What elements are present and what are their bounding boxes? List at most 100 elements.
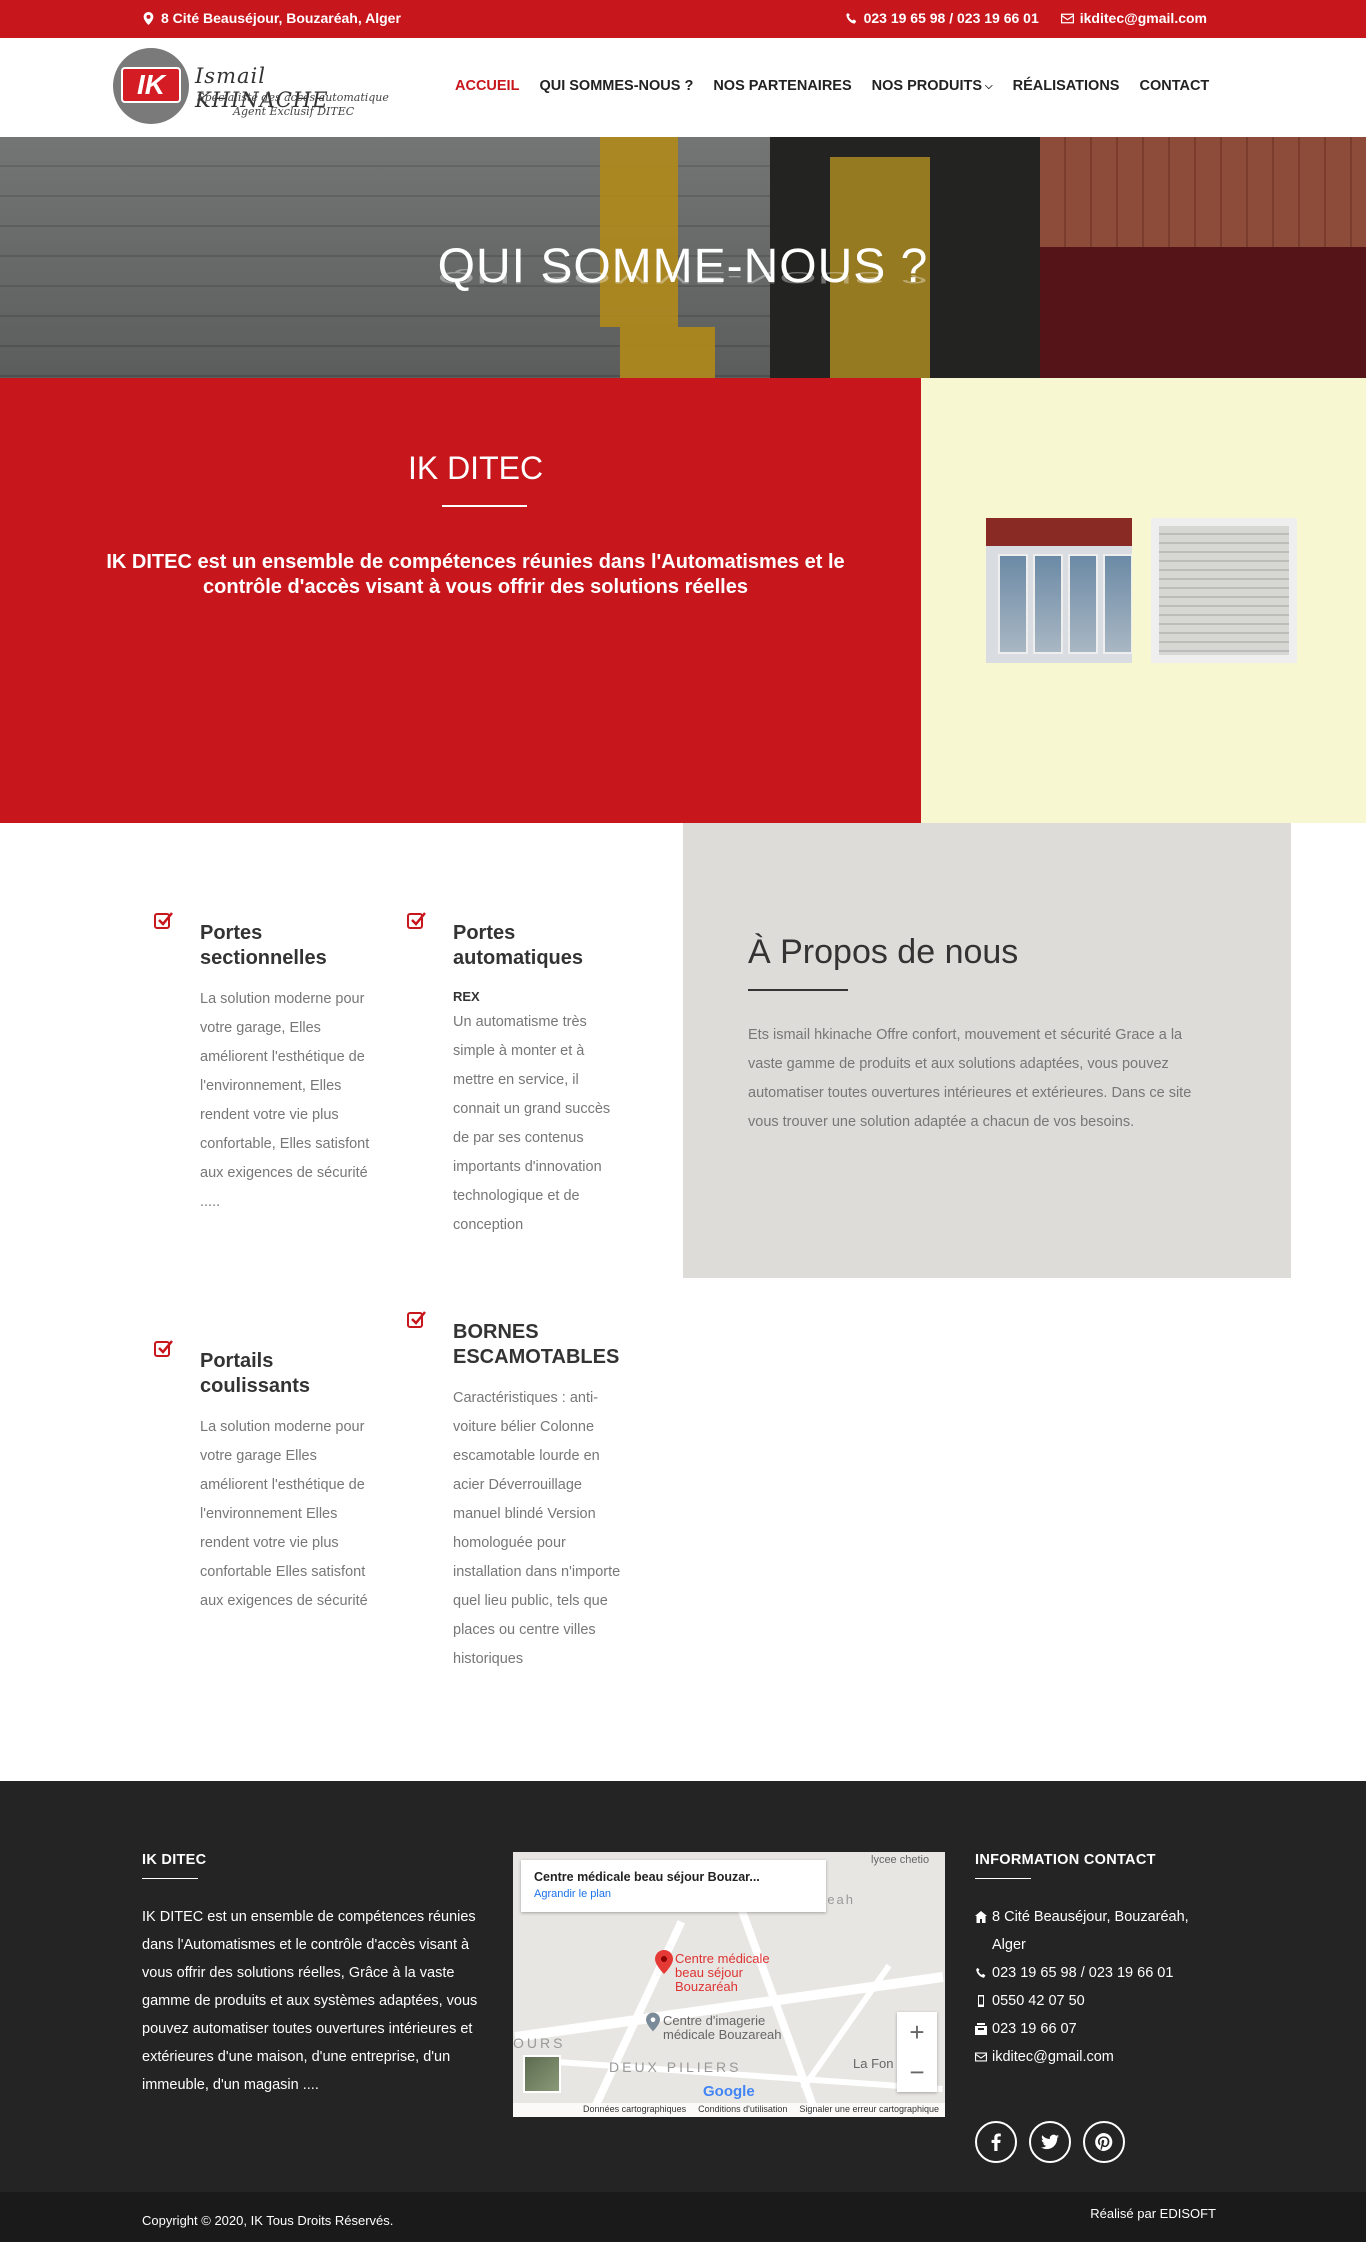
nav-contact[interactable]: CONTACT <box>1139 78 1209 94</box>
logo-tagline: Agent Exclusif DITEC <box>233 105 355 118</box>
intro-title: IK DITEC <box>407 450 544 486</box>
footer-contact-title: INFORMATION CONTACT <box>975 1852 1156 1868</box>
copyright-bar: Copyright © 2020, IK Tous Droits Réservé… <box>0 2192 1366 2242</box>
map-pin-icon[interactable] <box>655 1950 673 1974</box>
topbar-email-text: ikditec@gmail.com <box>1079 10 1207 26</box>
footer-contact: INFORMATION CONTACT 8 Cité Beauséjour, B… <box>975 1852 1225 2071</box>
glass-panel <box>1103 554 1132 654</box>
topbar-phone[interactable]: 023 19 65 98 / 023 19 66 01 <box>845 10 1039 26</box>
nav-qui-sommes-nous[interactable]: QUI SOMMES-NOUS ? <box>539 78 693 94</box>
hero-title-reflection: QUI SOMME-NOUS ? <box>437 268 929 287</box>
glass-panel <box>1068 554 1098 654</box>
contact-address: 8 Cité Beauséjour, Bouzaréah, Alger <box>975 1903 1225 1959</box>
contact-text: 0550 42 07 50 <box>992 1993 1085 2009</box>
checkbox-icon <box>154 1340 173 1357</box>
nav-nos-produits[interactable]: NOS PRODUITS ⌵ <box>872 78 993 94</box>
pinterest-icon <box>1095 2133 1113 2151</box>
contact-mobile[interactable]: 0550 42 07 50 <box>975 1987 1225 2015</box>
map-poi-label: Centre d'imagerie médicale Bouzareah <box>663 2013 782 2042</box>
nav-label: QUI SOMMES-NOUS ? <box>539 78 694 94</box>
pinterest-button[interactable] <box>1083 2121 1125 2163</box>
feature-portails-coulissants: Portails coulissants La solution moderne… <box>154 1340 370 1616</box>
feature-title: Portes sectionnelles <box>200 922 327 969</box>
zoom-out-icon[interactable]: − <box>897 2052 937 2092</box>
facebook-button[interactable] <box>975 2121 1017 2163</box>
feature-title: BORNES ESCAMOTABLES <box>453 1321 620 1368</box>
social-links <box>975 2121 1125 2163</box>
zoom-in-icon[interactable]: + <box>897 2012 937 2052</box>
chevron-down-icon: ⌵ <box>985 80 993 92</box>
nav-realisations[interactable]: RÉALISATIONS <box>1013 78 1120 94</box>
checkbox-icon <box>407 1311 426 1328</box>
contact-text: 8 Cité Beauséjour, Bouzaréah, Alger <box>992 1909 1189 1953</box>
gallery-image-roller-shutter[interactable] <box>1151 518 1297 663</box>
gallery-image-automatic-doors[interactable] <box>986 518 1132 663</box>
footer-about-text: IK DITEC est un ensemble de compétences … <box>142 1909 478 2093</box>
map-area-label: DEUX PILIERS <box>609 2059 742 2075</box>
facebook-icon <box>991 2133 1001 2151</box>
map-marker-icon <box>143 11 154 25</box>
divider <box>142 1878 198 1879</box>
gallery-panel <box>921 378 1366 823</box>
nav-accueil[interactable]: ACCUEIL <box>455 78 519 94</box>
topbar-address-text: 8 Cité Beauséjour, Bouzaréah, Alger <box>161 10 401 26</box>
mobile-icon <box>978 1995 984 2007</box>
logo-subtitle: Specialiste des accès automatique <box>197 91 389 104</box>
feature-title: Portes automatiques <box>453 922 584 969</box>
feature-text: La solution moderne pour votre garage El… <box>200 1419 368 1609</box>
site-footer: IK DITEC IK DITEC est un ensemble de com… <box>0 1781 1366 2192</box>
twitter-button[interactable] <box>1029 2121 1071 2163</box>
map-place-title: Centre médicale beau séjour Bouzar... <box>534 1870 760 1884</box>
map-place-card: Centre médicale beau séjour Bouzar... Ag… <box>521 1860 826 1912</box>
map-enlarge-link[interactable]: Agrandir le plan <box>534 1888 813 1900</box>
hero-banner: QUI SOMME-NOUS ? QUI SOMME-NOUS ? <box>0 137 1366 378</box>
envelope-icon <box>975 2052 987 2062</box>
nav-label: ACCUEIL <box>455 78 520 94</box>
map-poi-icon[interactable] <box>646 2012 660 2032</box>
topbar-phone-text: 023 19 65 98 / 023 19 66 01 <box>863 10 1039 26</box>
credit-link[interactable]: Réalisé par EDISOFT <box>1090 2206 1216 2221</box>
map-data-link[interactable]: Données cartographiques <box>583 2104 686 2116</box>
contact-email[interactable]: ikditec@gmail.com <box>975 2043 1225 2071</box>
main-nav: ACCUEIL QUI SOMMES-NOUS ? NOS PARTENAIRE… <box>455 78 1209 94</box>
envelope-icon <box>1060 13 1074 23</box>
feature-portes-sectionnelles: Portes sectionnelles La solution moderne… <box>154 912 370 1217</box>
divider <box>748 989 848 991</box>
divider <box>442 505 527 507</box>
map-area-label: reah <box>821 1892 856 1907</box>
map-satellite-toggle[interactable] <box>523 2055 561 2093</box>
map-terms-link[interactable]: Conditions d'utilisation <box>698 2104 787 2116</box>
about-title: À Propos de nous <box>748 933 1019 971</box>
logo-mark: IK <box>121 67 181 103</box>
glass-panel <box>1033 554 1063 654</box>
top-bar: 8 Cité Beauséjour, Bouzaréah, Alger 023 … <box>0 0 1366 38</box>
map-area-label: OURS <box>513 2035 566 2051</box>
google-logo: Google <box>703 2083 755 2100</box>
contact-fax: 023 19 66 07 <box>975 2015 1225 2043</box>
contact-text: ikditec@gmail.com <box>992 2049 1114 2065</box>
nav-nos-partenaires[interactable]: NOS PARTENAIRES <box>713 78 851 94</box>
feature-title: Portails coulissants <box>200 1350 311 1397</box>
nav-label: RÉALISATIONS <box>1012 78 1120 94</box>
checkbox-icon <box>154 912 173 929</box>
contact-text: 023 19 66 07 <box>992 2021 1077 2037</box>
phone-icon <box>976 1967 986 1978</box>
about-text: Ets ismail hkinache Offre confort, mouve… <box>748 1027 1192 1130</box>
intro-section: IK DITEC IK DITEC est un ensemble de com… <box>0 378 921 823</box>
contact-phone[interactable]: 023 19 65 98 / 023 19 66 01 <box>975 1959 1225 1987</box>
glass-panel <box>998 554 1028 654</box>
phone-icon <box>845 12 856 24</box>
google-map[interactable]: reah lycee chetio DEUX PILIERS OURS La F… <box>513 1852 945 2117</box>
feature-text: Caractéristiques : anti-voiture bélier C… <box>453 1390 621 1667</box>
map-road <box>800 1963 892 2091</box>
map-place-label: lycee chetio <box>871 1854 930 1866</box>
about-section: À Propos de nous Ets ismail hkinache Off… <box>683 823 1291 1278</box>
map-report-link[interactable]: Signaler une erreur cartographique <box>799 2104 939 2116</box>
feature-text: Un automatisme très simple à monter et à… <box>453 1014 611 1233</box>
topbar-email[interactable]: ikditec@gmail.com <box>1060 10 1207 26</box>
map-zoom-controls[interactable]: + − <box>897 2012 937 2092</box>
copyright-text: Copyright © 2020, IK Tous Droits Réservé… <box>142 2213 394 2228</box>
footer-about: IK DITEC IK DITEC est un ensemble de com… <box>142 1852 492 2099</box>
site-logo[interactable]: IK Ismail KHINACHE Specialiste des accès… <box>113 48 403 128</box>
topbar-address: 8 Cité Beauséjour, Bouzaréah, Alger <box>142 10 401 26</box>
